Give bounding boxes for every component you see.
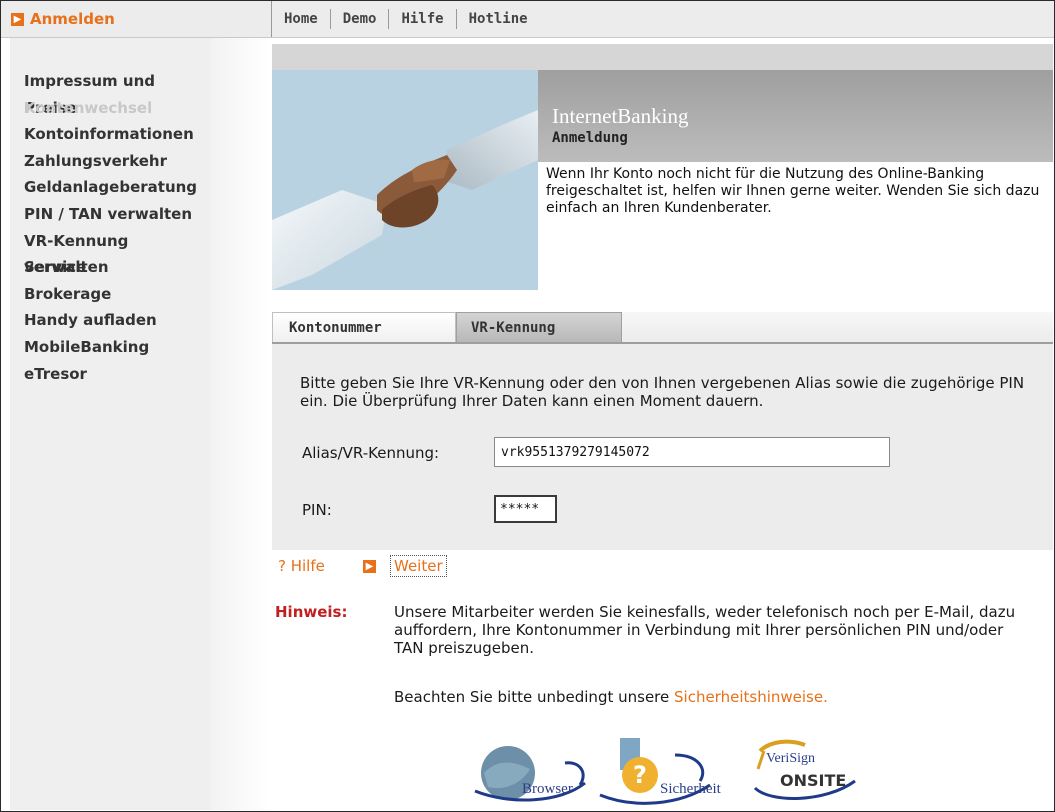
alias-input[interactable]	[494, 437, 890, 467]
arrow-right-icon: ▶	[363, 559, 376, 573]
top-bar: ▶ Anmelden Home Demo Hilfe Hotline	[1, 1, 1054, 38]
sidebar-item-kontoinformationen[interactable]: Kontoinformationen	[10, 121, 210, 148]
sidebar-item-impressum[interactable]: Impressum und Preise	[10, 68, 210, 117]
nav-help[interactable]: Hilfe	[389, 9, 457, 29]
sidebar-item-handy-aufladen[interactable]: Handy aufladen	[10, 307, 210, 334]
sidebar-gradient	[210, 38, 270, 810]
sidebar-item-pin-tan[interactable]: PIN / TAN verwalten	[10, 201, 210, 228]
login-tab[interactable]: ▶ Anmelden	[11, 10, 115, 28]
sidebar-item-kontenwechsel: Kontenwechsel	[24, 98, 153, 117]
next-button[interactable]: ▶ Weiter	[363, 555, 447, 577]
login-label: Anmelden	[30, 10, 115, 28]
login-tabs: Kontonummer VR-Kennung	[272, 312, 1053, 344]
verisign-badge-bottom[interactable]: ONSITE	[780, 771, 846, 790]
sidebar-item-vr-kennung[interactable]: VR-Kennung verwalten	[10, 228, 210, 277]
page-title: InternetBanking	[552, 104, 689, 128]
pin-label: PIN:	[302, 501, 332, 519]
sidebar-item-zahlungsverkehr[interactable]: Zahlungsverkehr	[10, 148, 210, 175]
sidebar: Impressum und Preise Kontenwechsel Konto…	[10, 38, 210, 810]
trust-badges: ? Browser Sicherheit VeriSign ONSITE	[470, 733, 870, 808]
tab-filler	[622, 312, 1053, 342]
browser-badge[interactable]: Browser	[522, 781, 573, 798]
top-navigation: Home Demo Hilfe Hotline	[271, 1, 540, 37]
handshake-image	[272, 70, 538, 290]
verisign-badge-top[interactable]: VeriSign	[766, 751, 815, 767]
security-prefix: Beachten Sie bitte unbedingt unsere	[394, 688, 675, 706]
help-link[interactable]: ? Hilfe	[278, 557, 325, 575]
sidebar-item-service[interactable]: Service	[10, 254, 210, 281]
nav-demo[interactable]: Demo	[331, 9, 390, 29]
form-instructions: Bitte geben Sie Ihre VR-Kennung oder den…	[300, 374, 1025, 410]
intro-text: Wenn Ihr Konto noch nicht für die Nutzun…	[546, 166, 1040, 216]
tab-kontonummer[interactable]: Kontonummer	[272, 312, 456, 342]
svg-text:?: ?	[633, 761, 647, 789]
alias-label: Alias/VR-Kennung:	[302, 444, 440, 462]
security-badge[interactable]: Sicherheit	[660, 781, 721, 798]
nav-home[interactable]: Home	[272, 9, 331, 29]
notice-title: Hinweis:	[275, 603, 348, 621]
sidebar-item-etresor[interactable]: eTresor	[10, 361, 210, 388]
notice-text: Unsere Mitarbeiter werden Sie keinesfall…	[394, 603, 1016, 657]
next-label: Weiter	[390, 555, 447, 577]
sidebar-item-brokerage[interactable]: Brokerage	[10, 281, 210, 308]
sidebar-item-mobilebanking[interactable]: MobileBanking	[10, 334, 210, 361]
pin-input[interactable]	[494, 495, 557, 523]
arrow-right-icon: ▶	[11, 12, 24, 26]
header-strip	[272, 44, 1053, 70]
security-link[interactable]: Sicherheitshinweise.	[674, 688, 828, 706]
tab-vr-kennung[interactable]: VR-Kennung	[456, 312, 622, 342]
sidebar-item-geldanlageberatung[interactable]: Geldanlageberatung	[10, 174, 210, 201]
security-notice: Beachten Sie bitte unbedingt unsere Sich…	[394, 688, 828, 706]
page-subtitle: Anmeldung	[552, 130, 628, 146]
nav-hotline[interactable]: Hotline	[457, 9, 540, 29]
